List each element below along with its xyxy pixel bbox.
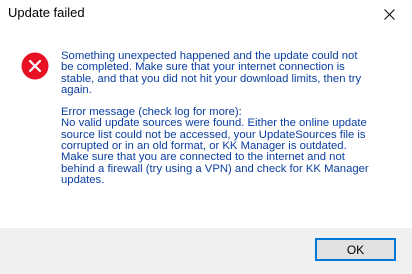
button-bar: OK [0, 228, 412, 274]
message-line: be completed. Make sure that your intern… [61, 61, 345, 74]
message-line: again. [61, 83, 92, 96]
message-line: Make sure that you are connected to the … [61, 151, 345, 164]
ok-button[interactable]: OK [315, 238, 396, 261]
error-message: Something unexpected happened and the up… [61, 50, 401, 186]
error-details: Error message (check log for more): No v… [61, 106, 401, 186]
error-icon [21, 52, 49, 80]
error-summary: Something unexpected happened and the up… [61, 50, 401, 96]
update-failed-dialog: Update failed Something unexpected happe… [0, 0, 412, 274]
dialog-content: Something unexpected happened and the up… [0, 30, 412, 228]
window-title: Update failed [8, 5, 85, 20]
message-line: updates. [61, 173, 105, 186]
message-line: behind a firewall (try using a VPN) and … [61, 162, 369, 175]
close-button[interactable] [366, 0, 412, 29]
close-icon [383, 9, 395, 20]
message-line: stable, and that you did not hit your do… [61, 72, 362, 85]
title-bar: Update failed [0, 0, 412, 30]
